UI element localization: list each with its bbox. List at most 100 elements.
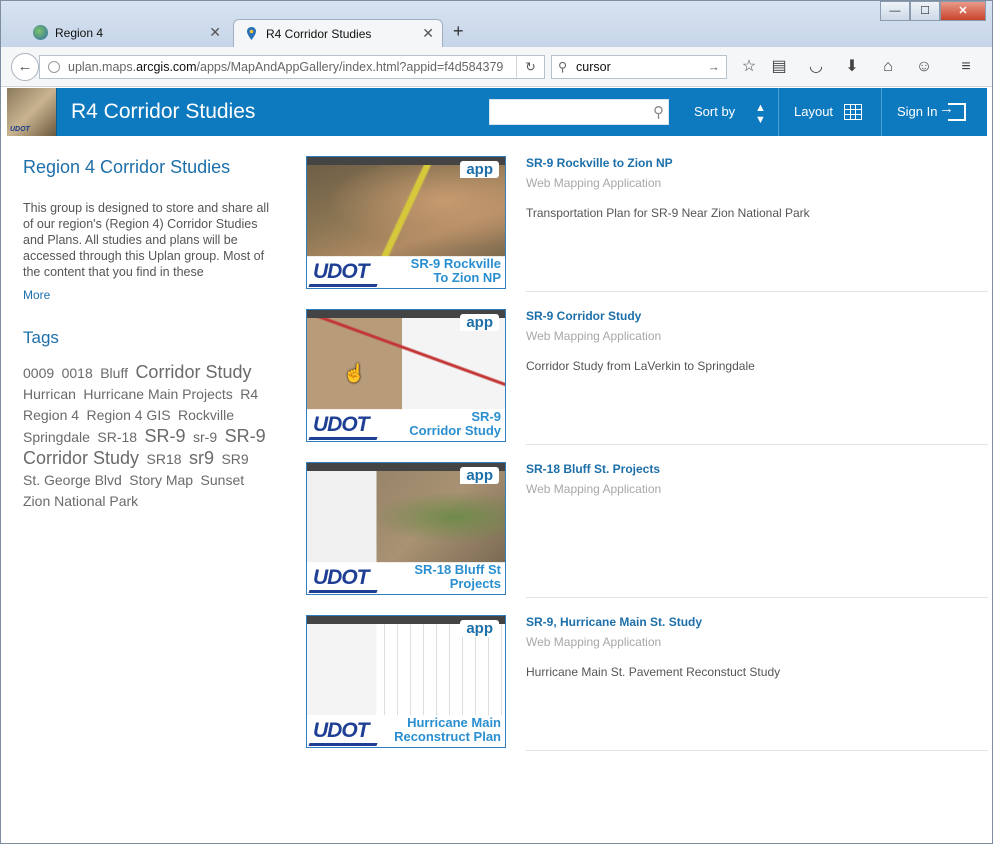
result-item: app UDOT Hurricane Main Reconstruct Plan … xyxy=(306,615,988,755)
map-pin-favicon-icon xyxy=(244,26,259,41)
thumbnail-map xyxy=(307,165,505,257)
reading-list-icon[interactable]: ▤ xyxy=(769,57,789,77)
result-divider xyxy=(526,750,988,751)
group-description: This group is designed to store and shar… xyxy=(23,201,269,279)
new-tab-button[interactable]: + xyxy=(453,21,464,42)
close-tab-icon[interactable]: ✕ xyxy=(209,24,221,41)
page-title: R4 Corridor Studies xyxy=(71,100,256,123)
tag-link[interactable]: 0009 xyxy=(23,365,54,381)
tag-link[interactable]: R4 xyxy=(240,386,258,402)
sort-arrows-icon[interactable]: ▲ ▼ xyxy=(755,88,766,136)
tag-link[interactable]: St. George Blvd xyxy=(23,472,122,488)
tag-link[interactable]: Region 4 GIS xyxy=(87,407,171,423)
more-link[interactable]: More xyxy=(23,288,273,302)
search-icon: ⚲ xyxy=(558,60,568,74)
browser-navbar: ← uplan.maps.arcgis.com/apps/MapAndAppGa… xyxy=(1,47,992,87)
group-sidebar: Region 4 Corridor Studies This group is … xyxy=(23,157,273,512)
home-icon[interactable]: ⌂ xyxy=(878,57,898,77)
maximize-button[interactable]: ☐ xyxy=(910,1,940,21)
close-tab-icon[interactable]: ✕ xyxy=(422,25,434,42)
layout-button[interactable]: Layout xyxy=(794,88,833,136)
thumbnail-map xyxy=(307,318,505,410)
close-window-button[interactable]: ✕ xyxy=(940,1,986,21)
tab-r4-corridor-studies[interactable]: R4 Corridor Studies ✕ xyxy=(233,19,443,47)
minimize-button[interactable]: — xyxy=(880,1,910,21)
sign-in-icon[interactable] xyxy=(939,100,966,121)
result-type: Web Mapping Application xyxy=(526,635,662,649)
result-divider xyxy=(526,597,988,598)
tag-link[interactable]: Zion National Park xyxy=(23,493,138,509)
result-item: app UDOT SR-18 Bluff St Projects SR-18 Bl… xyxy=(306,462,988,602)
window-controls: — ☐ ✕ xyxy=(880,1,986,21)
result-thumbnail[interactable]: app UDOT SR-9 Rockville To Zion NP xyxy=(306,156,506,289)
tag-link[interactable]: Hurricane Main Projects xyxy=(83,386,232,402)
header-divider xyxy=(778,88,779,136)
app-badge: app xyxy=(460,467,499,484)
bookmark-star-icon[interactable]: ☆ xyxy=(739,57,759,77)
browser-window: Region 4 ✕ R4 Corridor Studies ✕ + — ☐ ✕… xyxy=(0,0,993,844)
thumbnail-map xyxy=(307,471,505,563)
download-icon[interactable]: ⬇ xyxy=(842,57,862,77)
url-prefix: uplan.maps. xyxy=(68,60,137,74)
tag-link[interactable]: Corridor Study xyxy=(135,362,251,382)
browser-titlebar: Region 4 ✕ R4 Corridor Studies ✕ + — ☐ ✕ xyxy=(1,1,992,47)
url-path: /apps/MapAndAppGallery/index.html?appid=… xyxy=(196,60,504,74)
tag-link[interactable]: Sunset xyxy=(201,472,245,488)
tag-link[interactable]: Rockville xyxy=(178,407,234,423)
tag-link[interactable]: SR-9 xyxy=(145,426,186,446)
search-go-icon[interactable]: → xyxy=(708,56,721,78)
menu-icon[interactable]: ≡ xyxy=(956,57,976,77)
grid-layout-icon[interactable] xyxy=(844,104,862,120)
thumbnail-caption: SR-18 Bluff St Projects xyxy=(414,562,501,591)
tag-link[interactable]: SR9 xyxy=(221,451,248,467)
tag-link[interactable]: SR-18 xyxy=(97,429,137,445)
tag-link[interactable]: Bluff xyxy=(100,365,128,381)
result-thumbnail[interactable]: app UDOT Hurricane Main Reconstruct Plan xyxy=(306,615,506,748)
tab-label: Region 4 xyxy=(55,26,104,40)
udot-logo: UDOT xyxy=(313,260,369,283)
tag-link[interactable]: SR18 xyxy=(147,451,182,467)
udot-logo: UDOT xyxy=(313,413,369,436)
result-thumbnail[interactable]: app UDOT SR-18 Bluff St Projects xyxy=(306,462,506,595)
sort-by-button[interactable]: Sort by xyxy=(694,88,735,136)
app-badge: app xyxy=(460,161,499,178)
browser-search-input[interactable]: ⚲ cursor → xyxy=(551,55,727,79)
app-header: UDOT R4 Corridor Studies ⚲ Sort by ▲ ▼ La… xyxy=(7,88,987,136)
globe-favicon-icon xyxy=(33,25,48,40)
tab-region-4[interactable]: Region 4 ✕ xyxy=(23,19,229,47)
group-logo: UDOT xyxy=(7,88,57,136)
search-icon[interactable]: ⚲ xyxy=(653,103,664,121)
hello-icon[interactable]: ☺ xyxy=(914,57,934,77)
result-thumbnail[interactable]: app UDOT SR-9 Corridor Study xyxy=(306,309,506,442)
tag-cloud: 0009 0018 Bluff Corridor Study Hurrican … xyxy=(23,362,273,512)
result-title-link[interactable]: SR-18 Bluff St. Projects xyxy=(526,462,660,476)
result-type: Web Mapping Application xyxy=(526,329,662,343)
url-host: arcgis.com xyxy=(136,60,197,74)
hand-cursor-icon: ☝ xyxy=(343,363,366,383)
group-search-input[interactable]: ⚲ xyxy=(489,99,669,125)
header-divider xyxy=(881,88,882,136)
reload-icon[interactable]: ↻ xyxy=(516,56,544,78)
udot-logo: UDOT xyxy=(313,566,369,589)
tag-link[interactable]: Region 4 xyxy=(23,407,79,423)
logo-text: UDOT xyxy=(10,126,30,133)
thumbnail-caption: SR-9 Rockville To Zion NP xyxy=(410,256,501,285)
result-title-link[interactable]: SR-9 Corridor Study xyxy=(526,309,641,323)
pocket-icon[interactable]: ◡ xyxy=(806,57,826,77)
result-type: Web Mapping Application xyxy=(526,482,662,496)
tag-link[interactable]: Hurrican xyxy=(23,386,76,402)
result-item: app UDOT SR-9 Rockville To Zion NP SR-9 R… xyxy=(306,156,988,296)
tag-link[interactable]: Story Map xyxy=(129,472,193,488)
result-divider xyxy=(526,444,988,445)
result-title-link[interactable]: SR-9 Rockville to Zion NP xyxy=(526,156,673,170)
tag-link[interactable]: sr-9 xyxy=(193,429,217,445)
result-title-link[interactable]: SR-9, Hurricane Main St. Study xyxy=(526,615,702,629)
back-button[interactable]: ← xyxy=(11,53,39,81)
tag-link[interactable]: sr9 xyxy=(189,448,214,468)
tag-link[interactable]: Springdale xyxy=(23,429,90,445)
sign-in-button[interactable]: Sign In xyxy=(897,88,937,136)
url-bar[interactable]: uplan.maps.arcgis.com/apps/MapAndAppGall… xyxy=(39,55,545,79)
result-description: Corridor Study from LaVerkin to Springda… xyxy=(526,359,755,373)
tag-link[interactable]: 0018 xyxy=(62,365,93,381)
tab-label: R4 Corridor Studies xyxy=(266,26,372,41)
